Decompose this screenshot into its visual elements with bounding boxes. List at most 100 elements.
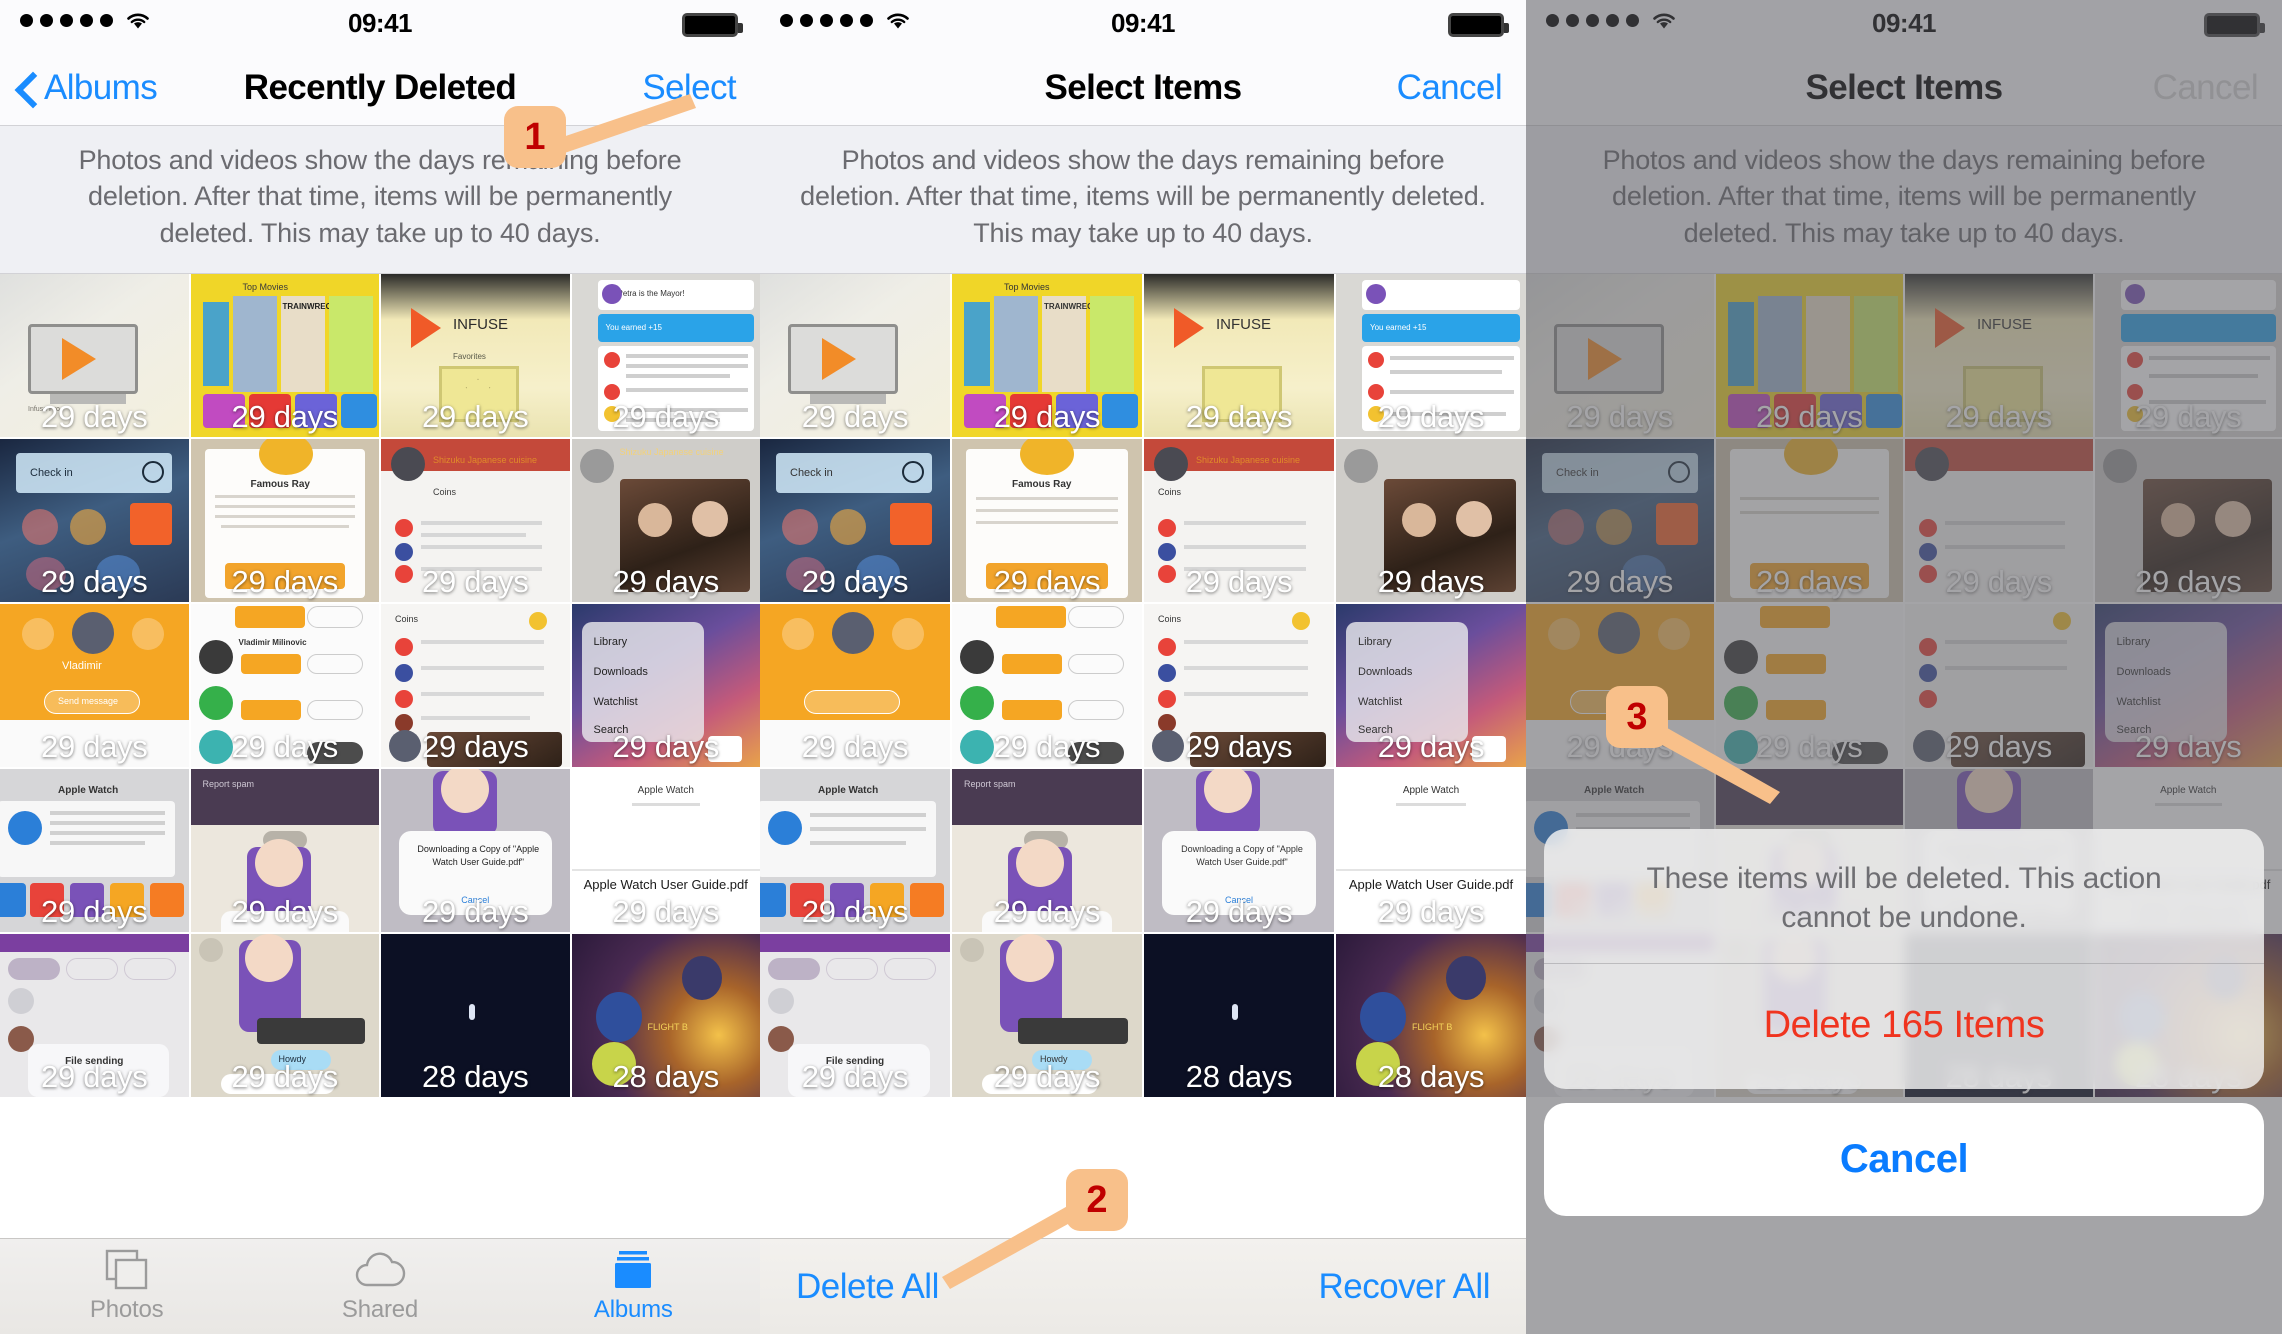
photo-cell[interactable]: Apple Watch 29 days <box>760 769 950 933</box>
delete-items-button[interactable]: Delete 165 Items <box>1544 964 2264 1089</box>
tab-photos[interactable]: Photos <box>0 1239 253 1334</box>
battery-full-icon <box>682 13 743 37</box>
photo-cell[interactable]: Downloading a Copy of "Apple Watch User … <box>381 769 570 933</box>
thumb-text: Library <box>593 636 628 649</box>
photo-cell[interactable]: Check in 29 days <box>0 439 189 603</box>
photo-cell[interactable]: 29 days <box>760 274 950 438</box>
thumb-text: Downloads <box>1358 666 1413 679</box>
photo-cell[interactable]: Famous Ray 29 days <box>190 439 379 603</box>
photo-cell[interactable]: Check in 29 days <box>760 439 950 603</box>
callout-arrow-icon <box>942 1199 1088 1289</box>
photo-cell[interactable]: INFUSE 29 days <box>1905 274 2093 438</box>
status-time: 09:41 <box>348 8 413 38</box>
photo-cell[interactable]: 29 days <box>1715 439 1903 603</box>
photo-cell[interactable]: Apple Watch 29 days <box>0 769 189 933</box>
photo-cell[interactable]: 29 days <box>1715 274 1903 438</box>
photo-grid-2: 29 days Top Movies TRAINWRECK 29 days INFU… <box>760 274 1526 1098</box>
photo-cell[interactable]: Coins 29 days <box>381 604 570 768</box>
days-remaining-label: 29 days <box>1566 399 1674 435</box>
photo-cell[interactable]: Check in 29 days <box>1526 439 1714 603</box>
photo-cell[interactable]: Vladimir Milinovic 29 days <box>190 604 379 768</box>
photo-cell[interactable]: Library Downloads Watchlist Search 29 days <box>2094 604 2282 768</box>
photo-cell[interactable]: Library Downloads Watchlist Search 29 da… <box>571 604 760 768</box>
callout-badge: 2 <box>1066 1169 1128 1231</box>
photo-cell[interactable]: Apple Watch Apple Watch User Guide.pdf 2… <box>571 769 760 933</box>
days-remaining-label: 29 days <box>993 1059 1101 1095</box>
days-remaining-label: 29 days <box>41 1059 148 1095</box>
albums-icon <box>615 1251 652 1288</box>
thumb-text: Check in <box>30 467 73 480</box>
photo-cell[interactable]: Report spam 29 days <box>190 769 379 933</box>
photo-cell[interactable]: Library Downloads Watchlist Search 29 days <box>1336 604 1526 768</box>
photo-cell[interactable]: Famous Ray 29 days <box>952 439 1142 603</box>
days-remaining-label: 29 days <box>41 729 148 765</box>
photo-cell[interactable]: Coins 29 days <box>1144 604 1334 768</box>
photo-cell[interactable]: 29 days <box>1905 604 2093 768</box>
photo-cell[interactable]: Apple Watch Apple Watch User Guide.pdf29 … <box>1336 769 1526 933</box>
days-remaining-label: 29 days <box>801 564 909 600</box>
days-remaining-label: 29 days <box>1185 564 1293 600</box>
recover-all-button[interactable]: Recover All <box>1318 1267 1490 1307</box>
photo-cell[interactable]: Howdy 29 days <box>190 934 379 1098</box>
thumb-text: Top Movies <box>242 282 289 293</box>
cancel-button[interactable]: Cancel <box>2153 68 2259 108</box>
photo-cell[interactable]: 29 days <box>1905 439 2093 603</box>
photo-cell[interactable]: Top Movies TRAINWRECK 29 days <box>190 274 379 438</box>
status-bar: 09:41 <box>1526 0 2282 48</box>
cancel-button[interactable]: Cancel <box>1397 68 1503 108</box>
thumb-text: Favorites <box>453 352 486 362</box>
photo-cell[interactable]: FLIGHT B 28 days <box>571 934 760 1098</box>
photo-cell[interactable]: Petra is the Mayor! You earned +15 29 da… <box>571 274 760 438</box>
thumb-text: Apple Watch <box>58 785 119 797</box>
photo-cell[interactable]: Shizuku Japanese cuisine Coins 29 days <box>1144 439 1334 603</box>
thumb-text: Check in <box>790 467 833 480</box>
thumb-text: Apple Watch <box>637 785 694 797</box>
thumb-text: Vladimir Milinovic <box>238 638 307 648</box>
status-time: 09:41 <box>1111 8 1176 38</box>
thumb-text: Report spam <box>202 779 255 790</box>
days-remaining-label: 28 days <box>422 1059 529 1095</box>
thumb-text: Check in <box>1556 467 1599 480</box>
photo-cell[interactable]: Top Movies TRAINWRECK 29 days <box>952 274 1142 438</box>
photo-cell[interactable]: 29 days <box>760 604 950 768</box>
days-remaining-label: 29 days <box>231 399 339 435</box>
photo-cell[interactable]: Downloading a Copy of "Apple Watch User … <box>1144 769 1334 933</box>
photo-cell[interactable]: INFUSE 29 days <box>1144 274 1334 438</box>
days-remaining-label: 29 days <box>1185 729 1293 765</box>
photo-cell[interactable]: 29 days <box>1526 274 1714 438</box>
action-sheet-message: These items will be deleted. This action… <box>1646 862 2162 934</box>
tab-shared[interactable]: Shared <box>253 1239 506 1334</box>
thumb-text: Library <box>1358 636 1392 649</box>
tab-albums[interactable]: Albums <box>507 1239 760 1334</box>
photo-cell[interactable]: 29 days <box>2094 439 2282 603</box>
callout-badge: 1 <box>504 106 566 168</box>
photo-cell[interactable]: 29 days <box>952 604 1142 768</box>
photo-cell[interactable]: Infuse Pro 29 days <box>0 274 189 438</box>
days-remaining-label: 29 days <box>231 729 339 765</box>
days-remaining-label: 29 days <box>612 399 720 435</box>
photo-cell[interactable]: Vladimir Send message 29 days <box>0 604 189 768</box>
photo-cell[interactable]: File sending 29 days <box>760 934 950 1098</box>
photo-cell[interactable]: 29 days <box>2094 274 2282 438</box>
photo-cell[interactable]: 29 days <box>1336 439 1526 603</box>
photo-cell[interactable]: 28 days <box>1144 934 1334 1098</box>
photo-cell[interactable]: You earned +15 29 days <box>1336 274 1526 438</box>
days-remaining-label: 29 days <box>1945 564 2053 600</box>
photo-cell[interactable]: Report spam 29 days <box>952 769 1142 933</box>
photo-cell[interactable]: Howdy 29 days <box>952 934 1142 1098</box>
days-remaining-label: 29 days <box>41 564 148 600</box>
battery-full-icon <box>2204 13 2265 37</box>
nav-bar: Select Items Cancel <box>760 48 1526 126</box>
action-sheet-card: These items will be deleted. This action… <box>1544 829 2264 1089</box>
photo-cell[interactable]: Shizuku Japanese cuisine Coins 29 days <box>381 439 570 603</box>
photo-cell[interactable]: File sending 29 days <box>0 934 189 1098</box>
photo-cell[interactable]: INFUSE Favorites 29 days <box>381 274 570 438</box>
photo-grid-1: Infuse Pro 29 days Top Movies TRAINWRECK <box>0 274 760 1098</box>
action-sheet-cancel-button[interactable]: Cancel <box>1544 1103 2264 1216</box>
days-remaining-label: 29 days <box>1945 729 2053 765</box>
days-remaining-label: 28 days <box>612 1059 720 1095</box>
photo-cell[interactable]: 28 days <box>381 934 570 1098</box>
thumb-text: Shizuku Japanese cuisine <box>619 447 724 458</box>
photo-cell[interactable]: FLIGHT B 28 days <box>1336 934 1526 1098</box>
photo-cell[interactable]: Shizuku Japanese cuisine 29 days <box>571 439 760 603</box>
